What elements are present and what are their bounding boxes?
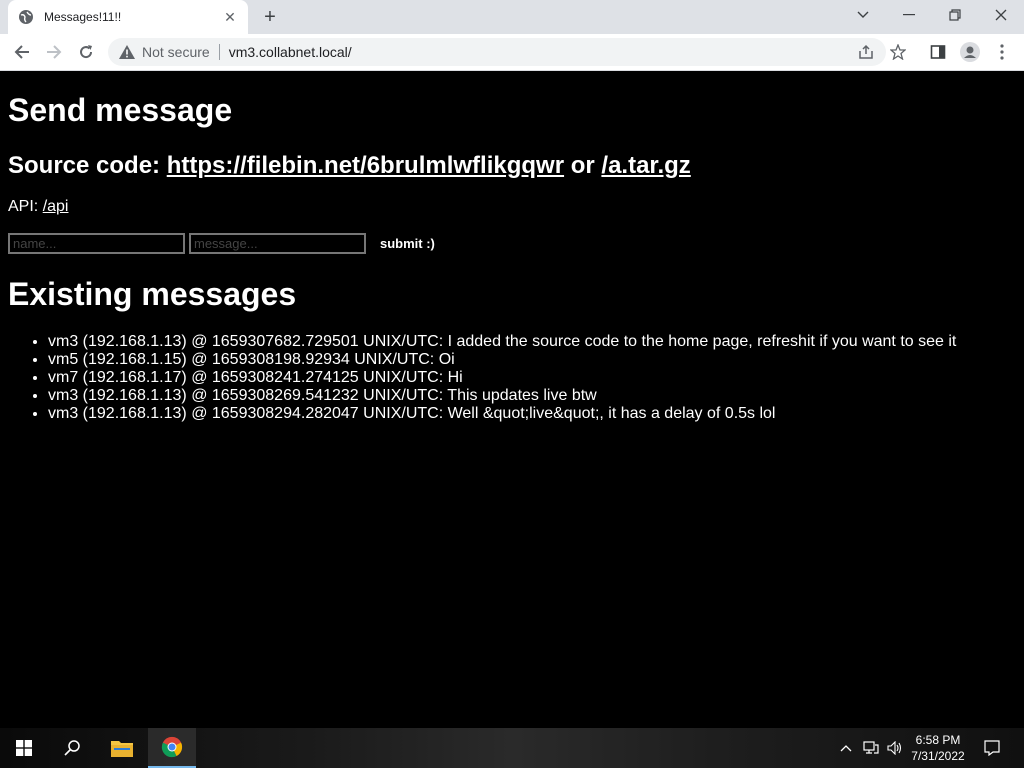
messages-list: vm3 (192.168.1.13) @ 1659307682.729501 U… (48, 333, 956, 423)
message-form: submit :) (8, 233, 435, 254)
search-icon[interactable] (48, 728, 96, 768)
security-label[interactable]: Not secure (142, 44, 210, 60)
globe-icon (18, 9, 34, 25)
message-item: vm3 (192.168.1.13) @ 1659308269.541232 U… (48, 387, 956, 405)
tab-strip: Messages!11!! ✕ + (0, 0, 1024, 34)
warning-icon[interactable] (118, 43, 136, 61)
minimize-button[interactable] (886, 0, 932, 30)
restore-button[interactable] (932, 0, 978, 30)
page-content: Send message Source code: https://filebi… (0, 71, 1024, 728)
clock-time: 6:58 PM (915, 733, 961, 747)
profile-avatar-icon[interactable] (958, 40, 982, 64)
tab-search-icon[interactable] (840, 0, 886, 30)
browser-toolbar: Not secure vm3.collabnet.local/ (0, 34, 1024, 71)
existing-messages-heading: Existing messages (8, 276, 297, 312)
api-link[interactable]: /api (43, 198, 69, 215)
close-window-button[interactable] (978, 0, 1024, 30)
send-message-heading: Send message (8, 92, 233, 128)
reload-icon[interactable] (72, 38, 100, 66)
windows-taskbar: 6:58 PM 7/31/2022 (0, 728, 1024, 768)
start-windows-icon[interactable] (0, 728, 48, 768)
address-bar[interactable]: Not secure vm3.collabnet.local/ (108, 38, 886, 66)
message-item: vm3 (192.168.1.13) @ 1659308294.282047 U… (48, 405, 956, 423)
clock-date: 7/31/2022 (911, 749, 965, 763)
message-input[interactable] (189, 233, 366, 254)
side-panel-icon[interactable] (926, 40, 950, 64)
chevron-up-icon[interactable] (836, 728, 856, 768)
share-icon[interactable] (854, 40, 878, 64)
tab-close-icon[interactable]: ✕ (222, 9, 238, 25)
file-explorer-icon[interactable] (98, 728, 146, 768)
system-clock[interactable]: 6:58 PM 7/31/2022 (898, 732, 978, 764)
notification-icon[interactable] (980, 728, 1004, 768)
url-text[interactable]: vm3.collabnet.local/ (229, 44, 352, 60)
browser-tab[interactable]: Messages!11!! ✕ (8, 0, 248, 34)
chrome-taskbar-icon[interactable] (148, 728, 196, 768)
name-input[interactable] (8, 233, 185, 254)
omnibox-divider (218, 44, 220, 60)
forward-arrow-icon[interactable] (40, 38, 68, 66)
menu-kebab-icon[interactable] (990, 40, 1014, 64)
back-arrow-icon[interactable] (8, 38, 36, 66)
submit-button[interactable]: submit :) (380, 236, 435, 251)
new-tab-button[interactable]: + (258, 5, 282, 29)
network-icon[interactable] (860, 728, 882, 768)
api-prefix: API: (8, 198, 43, 215)
message-item: vm3 (192.168.1.13) @ 1659307682.729501 U… (48, 333, 956, 351)
message-item: vm5 (192.168.1.15) @ 1659308198.92934 UN… (48, 351, 956, 369)
message-item: vm7 (192.168.1.17) @ 1659308241.274125 U… (48, 369, 956, 387)
bookmark-star-icon[interactable] (886, 40, 910, 64)
source-code-heading: Source code: https://filebin.net/6brulml… (8, 152, 691, 180)
source-prefix: Source code: (8, 152, 167, 179)
tarball-link[interactable]: /a.tar.gz (601, 152, 690, 179)
api-line: API: /api (8, 198, 68, 216)
tab-title: Messages!11!! (44, 10, 122, 24)
source-or: or (564, 152, 602, 179)
filebin-link[interactable]: https://filebin.net/6brulmlwflikgqwr (167, 152, 564, 179)
